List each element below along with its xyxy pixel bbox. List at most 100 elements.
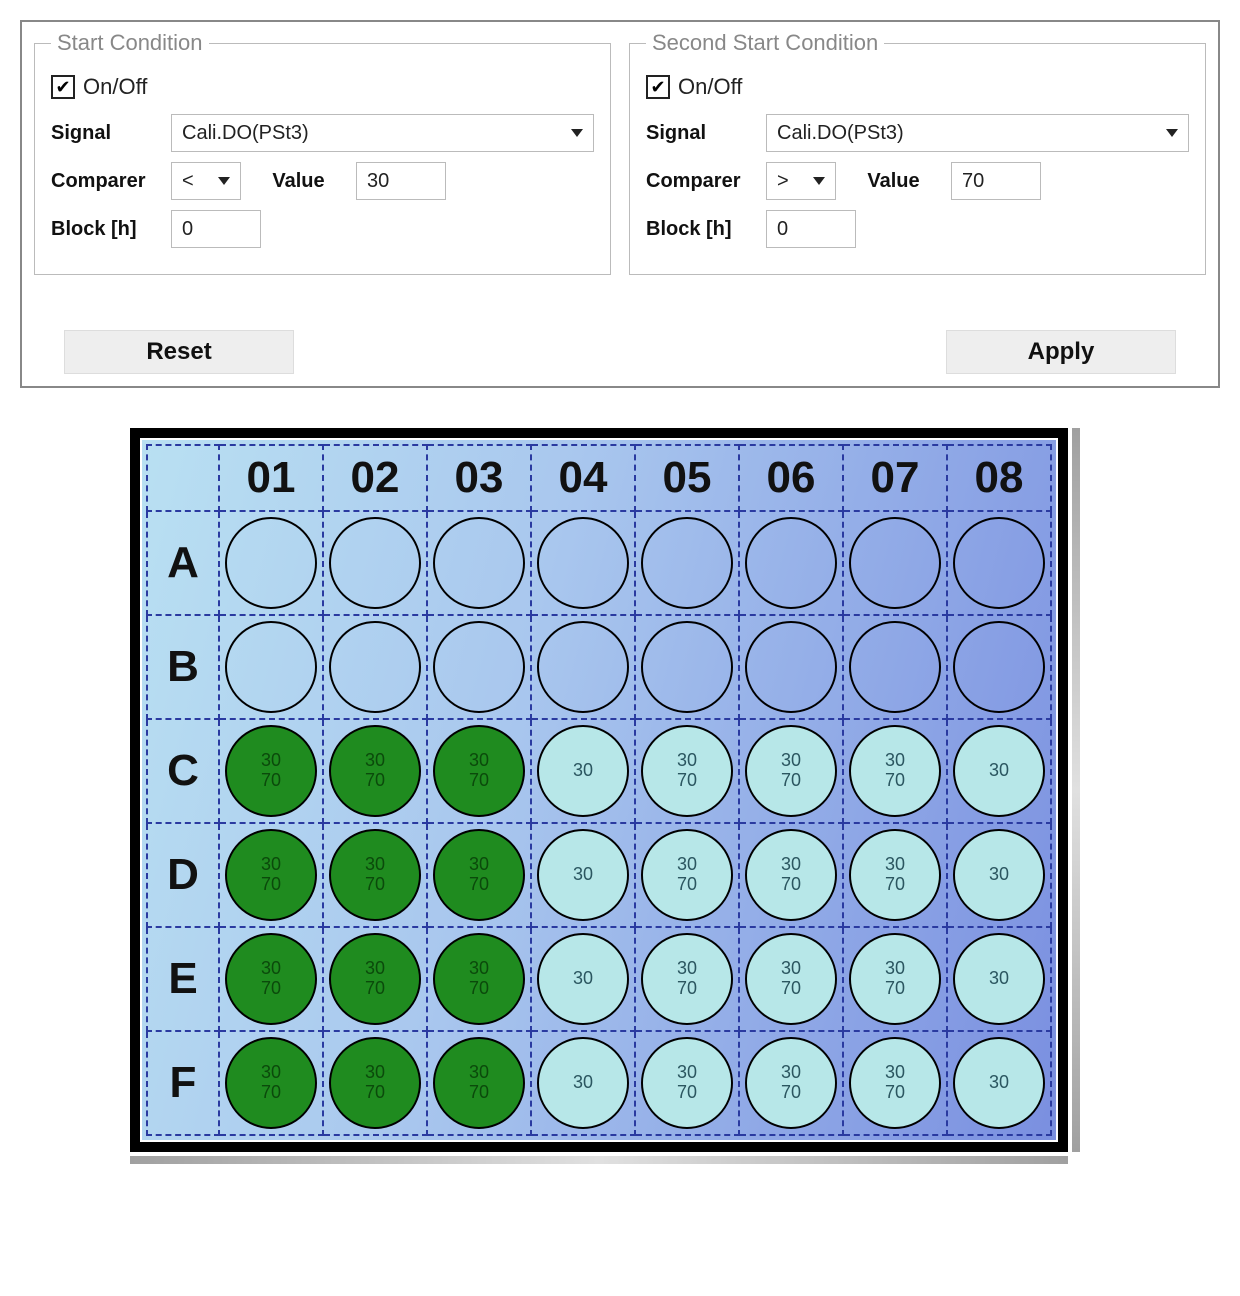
apply-button[interactable]: Apply xyxy=(946,330,1176,374)
well-value: 70 xyxy=(885,979,905,999)
well[interactable] xyxy=(329,517,421,609)
well[interactable]: 3070 xyxy=(433,933,525,1025)
well[interactable]: 30 xyxy=(537,933,629,1025)
well-value: 30 xyxy=(989,969,1009,989)
well[interactable] xyxy=(849,517,941,609)
comparer-select-value: > xyxy=(777,170,789,193)
well[interactable]: 3070 xyxy=(849,725,941,817)
well[interactable]: 3070 xyxy=(329,1037,421,1129)
well[interactable]: 3070 xyxy=(225,829,317,921)
plate-row-header: D xyxy=(147,823,219,927)
well[interactable]: 3070 xyxy=(641,1037,733,1129)
well[interactable]: 3070 xyxy=(745,725,837,817)
well[interactable] xyxy=(329,621,421,713)
well[interactable] xyxy=(641,517,733,609)
reset-button[interactable]: Reset xyxy=(64,330,294,374)
well[interactable]: 30 xyxy=(953,1037,1045,1129)
well[interactable]: 3070 xyxy=(745,933,837,1025)
well[interactable] xyxy=(953,621,1045,713)
well[interactable]: 30 xyxy=(537,1037,629,1129)
start-condition-onoff-label: On/Off xyxy=(83,74,147,100)
signal-select-value: Cali.DO(PSt3) xyxy=(777,122,904,145)
value-label: Value xyxy=(846,170,941,193)
value-input[interactable]: 70 xyxy=(951,162,1041,200)
chevron-down-icon xyxy=(218,177,230,185)
well[interactable]: 3070 xyxy=(329,933,421,1025)
well[interactable] xyxy=(225,517,317,609)
well[interactable]: 3070 xyxy=(225,725,317,817)
well[interactable] xyxy=(745,517,837,609)
well[interactable]: 30 xyxy=(537,829,629,921)
well[interactable]: 3070 xyxy=(849,829,941,921)
well-value: 70 xyxy=(261,771,281,791)
well[interactable] xyxy=(537,621,629,713)
well-value: 30 xyxy=(677,751,697,771)
block-input[interactable]: 0 xyxy=(171,210,261,248)
start-condition-onoff-checkbox[interactable]: ✔ xyxy=(51,75,75,99)
well[interactable]: 3070 xyxy=(745,829,837,921)
block-label: Block [h] xyxy=(646,218,756,241)
value-input[interactable]: 30 xyxy=(356,162,446,200)
well-value: 30 xyxy=(573,1073,593,1093)
well[interactable] xyxy=(433,621,525,713)
comparer-select[interactable]: < xyxy=(171,162,241,200)
well-value: 70 xyxy=(677,979,697,999)
chevron-down-icon xyxy=(813,177,825,185)
plate-row-header: F xyxy=(147,1031,219,1135)
well[interactable]: 3070 xyxy=(745,1037,837,1129)
well[interactable]: 3070 xyxy=(641,933,733,1025)
start-condition-legend: Start Condition xyxy=(51,30,209,56)
comparer-select[interactable]: > xyxy=(766,162,836,200)
well[interactable] xyxy=(849,621,941,713)
plate-row-header: A xyxy=(147,511,219,615)
well[interactable]: 30 xyxy=(953,829,1045,921)
well[interactable]: 30 xyxy=(953,933,1045,1025)
well-value: 30 xyxy=(885,1063,905,1083)
well[interactable] xyxy=(953,517,1045,609)
signal-select[interactable]: Cali.DO(PSt3) xyxy=(171,114,594,152)
well-value: 30 xyxy=(365,959,385,979)
plate-col-header: 08 xyxy=(947,445,1051,511)
well[interactable]: 3070 xyxy=(329,725,421,817)
block-input[interactable]: 0 xyxy=(766,210,856,248)
well-value: 30 xyxy=(677,959,697,979)
well[interactable] xyxy=(225,621,317,713)
second-start-condition-onoff-checkbox[interactable]: ✔ xyxy=(646,75,670,99)
well[interactable]: 30 xyxy=(953,725,1045,817)
plate-col-header: 04 xyxy=(531,445,635,511)
conditions-row: Start Condition ✔ On/Off Signal Cali.DO(… xyxy=(34,30,1206,275)
well[interactable]: 3070 xyxy=(433,1037,525,1129)
signal-select[interactable]: Cali.DO(PSt3) xyxy=(766,114,1189,152)
well-value: 70 xyxy=(365,979,385,999)
comparer-label: Comparer xyxy=(646,170,756,193)
well[interactable]: 3070 xyxy=(849,933,941,1025)
well[interactable] xyxy=(537,517,629,609)
well-value: 30 xyxy=(573,761,593,781)
well[interactable]: 3070 xyxy=(225,933,317,1025)
plate-col-header: 02 xyxy=(323,445,427,511)
well-value: 30 xyxy=(261,959,281,979)
well-value: 70 xyxy=(677,875,697,895)
well[interactable]: 3070 xyxy=(225,1037,317,1129)
well[interactable]: 3070 xyxy=(641,829,733,921)
well[interactable]: 3070 xyxy=(641,725,733,817)
well[interactable] xyxy=(641,621,733,713)
well[interactable]: 3070 xyxy=(433,725,525,817)
well-value: 30 xyxy=(365,1063,385,1083)
well-value: 70 xyxy=(261,875,281,895)
well-value: 30 xyxy=(781,1063,801,1083)
well[interactable]: 30 xyxy=(537,725,629,817)
plate-row-header: B xyxy=(147,615,219,719)
well-value: 30 xyxy=(261,1063,281,1083)
comparer-label: Comparer xyxy=(51,170,161,193)
well-value: 30 xyxy=(365,855,385,875)
plate-col-header: 07 xyxy=(843,445,947,511)
well[interactable]: 3070 xyxy=(433,829,525,921)
well[interactable]: 3070 xyxy=(329,829,421,921)
well[interactable] xyxy=(433,517,525,609)
well-value: 30 xyxy=(885,751,905,771)
plate-col-header: 03 xyxy=(427,445,531,511)
signal-label: Signal xyxy=(646,122,756,145)
well[interactable] xyxy=(745,621,837,713)
well[interactable]: 3070 xyxy=(849,1037,941,1129)
